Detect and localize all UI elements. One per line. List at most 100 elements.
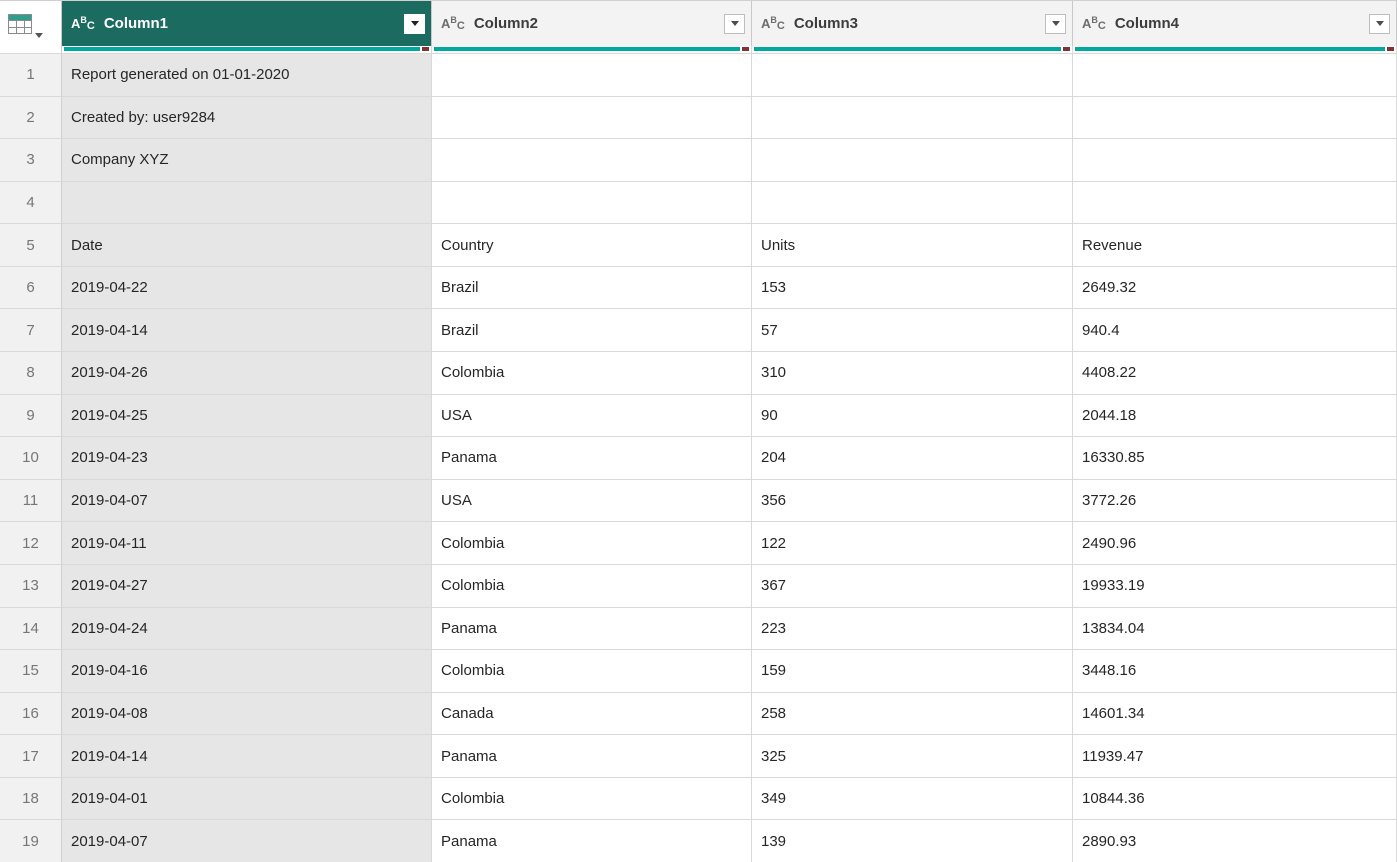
- cell[interactable]: 2019-04-27: [62, 564, 432, 608]
- cell[interactable]: 16330.85: [1073, 437, 1397, 480]
- cell[interactable]: Colombia: [432, 522, 752, 565]
- cell[interactable]: [62, 181, 432, 225]
- cell[interactable]: 2490.96: [1073, 522, 1397, 565]
- cell[interactable]: 2019-04-26: [62, 352, 432, 395]
- cell[interactable]: 2649.32: [1073, 266, 1397, 310]
- table-row: 9 2019-04-25 USA 90 2044.18: [0, 394, 1397, 438]
- cell[interactable]: 2019-04-01: [62, 777, 432, 821]
- column-header-column2[interactable]: ABC Column2: [432, 1, 752, 46]
- row-number: 5: [0, 224, 62, 267]
- cell[interactable]: 122: [752, 522, 1073, 565]
- cell[interactable]: 13834.04: [1073, 607, 1397, 651]
- cell[interactable]: 2019-04-23: [62, 437, 432, 480]
- column-name: Column1: [103, 15, 169, 32]
- cell[interactable]: 14601.34: [1073, 692, 1397, 736]
- cell[interactable]: 2019-04-11: [62, 522, 432, 565]
- cell[interactable]: 4408.22: [1073, 352, 1397, 395]
- cell[interactable]: 19933.19: [1073, 564, 1397, 608]
- quality-valid-segment: [434, 47, 740, 51]
- cell[interactable]: Panama: [432, 607, 752, 651]
- cell[interactable]: Canada: [432, 692, 752, 736]
- cell[interactable]: [432, 181, 752, 225]
- filter-button[interactable]: [1369, 13, 1390, 34]
- cell[interactable]: 367: [752, 564, 1073, 608]
- cell[interactable]: 2019-04-08: [62, 692, 432, 736]
- cell[interactable]: [752, 96, 1073, 140]
- cell[interactable]: Brazil: [432, 309, 752, 353]
- table-row: 14 2019-04-24 Panama 223 13834.04: [0, 607, 1397, 651]
- cell[interactable]: 2044.18: [1073, 394, 1397, 438]
- column-quality-bar: [62, 46, 432, 54]
- cell[interactable]: Colombia: [432, 564, 752, 608]
- cell[interactable]: 2019-04-16: [62, 650, 432, 693]
- table-row: 11 2019-04-07 USA 356 3772.26: [0, 479, 1397, 523]
- cell[interactable]: 10844.36: [1073, 777, 1397, 821]
- cell[interactable]: Revenue: [1073, 224, 1397, 267]
- cell[interactable]: 2019-04-07: [62, 479, 432, 523]
- cell[interactable]: [1073, 139, 1397, 182]
- cell[interactable]: Brazil: [432, 266, 752, 310]
- cell[interactable]: Units: [752, 224, 1073, 267]
- cell[interactable]: 2019-04-14: [62, 309, 432, 353]
- cell[interactable]: 223: [752, 607, 1073, 651]
- cell[interactable]: 2019-04-07: [62, 820, 432, 862]
- cell[interactable]: [432, 54, 752, 97]
- column-header-column4[interactable]: ABC Column4: [1073, 1, 1397, 46]
- cell[interactable]: 2019-04-24: [62, 607, 432, 651]
- cell[interactable]: [1073, 181, 1397, 225]
- cell[interactable]: 3448.16: [1073, 650, 1397, 693]
- cell[interactable]: Date: [62, 224, 432, 267]
- cell[interactable]: 159: [752, 650, 1073, 693]
- cell[interactable]: Company XYZ: [62, 139, 432, 182]
- cell[interactable]: Colombia: [432, 777, 752, 821]
- cell[interactable]: 325: [752, 735, 1073, 778]
- cell[interactable]: USA: [432, 394, 752, 438]
- cell[interactable]: Colombia: [432, 650, 752, 693]
- cell[interactable]: 2019-04-22: [62, 266, 432, 310]
- cell[interactable]: Panama: [432, 735, 752, 778]
- cell[interactable]: [752, 181, 1073, 225]
- row-number: 13: [0, 564, 62, 608]
- cell[interactable]: 2019-04-25: [62, 394, 432, 438]
- filter-button[interactable]: [404, 13, 425, 34]
- cell[interactable]: Created by: user9284: [62, 96, 432, 140]
- quality-valid-segment: [1075, 47, 1385, 51]
- cell[interactable]: [752, 54, 1073, 97]
- cell[interactable]: 57: [752, 309, 1073, 353]
- cell[interactable]: [752, 139, 1073, 182]
- cell[interactable]: 204: [752, 437, 1073, 480]
- cell[interactable]: 11939.47: [1073, 735, 1397, 778]
- cell[interactable]: [1073, 54, 1397, 97]
- cell[interactable]: 139: [752, 820, 1073, 862]
- cell[interactable]: Colombia: [432, 352, 752, 395]
- filter-button[interactable]: [724, 13, 745, 34]
- filter-button[interactable]: [1045, 13, 1066, 34]
- cell[interactable]: Panama: [432, 820, 752, 862]
- cell[interactable]: 3772.26: [1073, 479, 1397, 523]
- cell[interactable]: [432, 96, 752, 140]
- cell[interactable]: 2890.93: [1073, 820, 1397, 862]
- quality-corner: [0, 46, 62, 54]
- cell[interactable]: 940.4: [1073, 309, 1397, 353]
- column-header-column1[interactable]: ABC Column1: [62, 1, 432, 46]
- table-menu-button[interactable]: [0, 1, 62, 46]
- cell[interactable]: 349: [752, 777, 1073, 821]
- cell[interactable]: 2019-04-14: [62, 735, 432, 778]
- cell[interactable]: 153: [752, 266, 1073, 310]
- cell[interactable]: [1073, 96, 1397, 140]
- cell[interactable]: 356: [752, 479, 1073, 523]
- quality-error-segment: [422, 47, 429, 51]
- column-name: Column2: [473, 15, 539, 32]
- cell[interactable]: Report generated on 01-01-2020: [62, 54, 432, 97]
- cell[interactable]: Country: [432, 224, 752, 267]
- column-header-column3[interactable]: ABC Column3: [752, 1, 1073, 46]
- quality-error-segment: [1063, 47, 1070, 51]
- cell[interactable]: 310: [752, 352, 1073, 395]
- filter-arrow-icon: [410, 21, 419, 26]
- cell[interactable]: USA: [432, 479, 752, 523]
- cell[interactable]: [432, 139, 752, 182]
- cell[interactable]: 258: [752, 692, 1073, 736]
- cell[interactable]: 90: [752, 394, 1073, 438]
- cell[interactable]: Panama: [432, 437, 752, 480]
- quality-valid-segment: [64, 47, 420, 51]
